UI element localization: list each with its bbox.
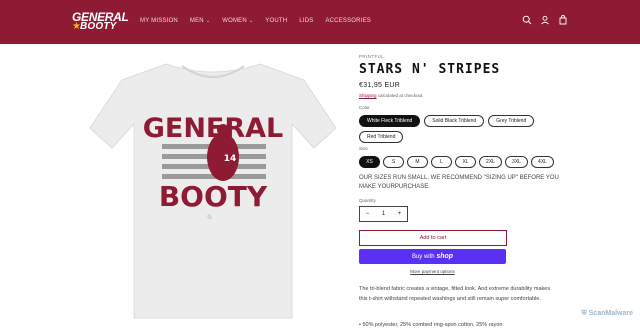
- buy-with-label: Buy with: [411, 254, 435, 260]
- cart-icon[interactable]: [558, 15, 568, 25]
- size-option-s[interactable]: S: [383, 156, 404, 168]
- quantity-label: Quantity: [359, 198, 376, 203]
- minus-icon[interactable]: −: [360, 211, 375, 217]
- sizing-note: OUR SIZES RUN SMALL. WE RECOMMEND "SIZIN…: [359, 175, 559, 190]
- nav-item-my-mission[interactable]: MY MISSION: [140, 16, 178, 26]
- shirt-graphic-text-2: BOOTY: [159, 180, 268, 213]
- shipping-text: calculated at checkout.: [376, 93, 424, 98]
- product-bullet: • 50% polyester, 25% combed ring-spun co…: [359, 322, 503, 328]
- nav-item-lids[interactable]: LIDS: [299, 16, 313, 26]
- nav-item-women[interactable]: WOMEN ⌄: [222, 16, 253, 26]
- shield-icon: ⛨: [581, 310, 587, 317]
- product-description: The tri-blend fabric creates a vintage, …: [359, 286, 551, 302]
- plus-icon[interactable]: +: [392, 211, 407, 217]
- logo-text-2: BOOTY: [80, 21, 117, 32]
- product-image[interactable]: GENERAL 14 BOOTY ✎: [74, 58, 352, 320]
- watermark: ⛨ ScanMalware: [581, 310, 633, 318]
- header-icons: [522, 15, 568, 25]
- shipping-link[interactable]: Shipping: [359, 93, 377, 98]
- shop-pay-button[interactable]: Buy with shop: [359, 249, 506, 264]
- color-option-white-fleck[interactable]: White Fleck Triblend: [359, 115, 421, 127]
- shipping-note: Shipping calculated at checkout.: [359, 93, 424, 98]
- chevron-down-icon: ⌄: [205, 18, 211, 24]
- shop-logo: shop: [436, 253, 454, 260]
- nav-label: YOUTH: [265, 18, 288, 24]
- search-icon[interactable]: [522, 15, 532, 25]
- add-to-cart-button[interactable]: Add to cart: [359, 230, 507, 246]
- nav-label: ACCESSORIES: [325, 18, 371, 24]
- product-vendor: PRINTFUL: [359, 54, 385, 59]
- nav-label: MEN: [189, 18, 204, 24]
- size-option-l[interactable]: L: [431, 156, 452, 168]
- size-option-2xl[interactable]: 2XL: [479, 156, 502, 168]
- svg-text:✎: ✎: [206, 213, 213, 222]
- nav-label: WOMEN: [222, 18, 247, 24]
- size-option-xl[interactable]: XL: [455, 156, 476, 168]
- color-options: White Fleck Triblend Solid Black Triblen…: [359, 115, 549, 143]
- account-icon[interactable]: [540, 15, 550, 25]
- size-option-m[interactable]: M: [407, 156, 428, 168]
- watermark-text: ScanMalware: [588, 310, 633, 317]
- site-header: GENERAL ★ BOOTY MY MISSION MEN ⌄ WOMEN ⌄ Y…: [0, 0, 640, 44]
- size-option-4xl[interactable]: 4XL: [531, 156, 554, 168]
- nav-item-men[interactable]: MEN ⌄: [190, 16, 210, 26]
- color-label: Color: [359, 105, 370, 110]
- chevron-down-icon: ⌄: [248, 18, 254, 24]
- color-option-solid-black[interactable]: Solid Black Triblend: [424, 115, 485, 127]
- color-option-red[interactable]: Red Triblend: [359, 131, 404, 143]
- product-title: STARS N' STRIPES: [359, 62, 501, 77]
- nav-label: LIDS: [299, 18, 314, 24]
- main-nav: MY MISSION MEN ⌄ WOMEN ⌄ YOUTH LIDS ACCESS…: [140, 16, 371, 26]
- size-option-xs[interactable]: XS: [359, 156, 380, 168]
- more-payment-options-link[interactable]: More payment options: [359, 269, 506, 274]
- shirt-jersey-number: 14: [224, 154, 237, 164]
- quantity-value[interactable]: 1: [376, 211, 391, 217]
- nav-label: MY MISSION: [140, 18, 178, 24]
- size-label: Size: [359, 146, 368, 151]
- product-price: €31,95 EUR: [359, 82, 401, 89]
- size-options: XS S M L XL 2XL 3XL 4XL: [359, 156, 559, 168]
- nav-item-accessories[interactable]: ACCESSORIES: [325, 16, 371, 26]
- quantity-stepper: − 1 +: [359, 206, 408, 222]
- brand-logo[interactable]: GENERAL ★ BOOTY: [70, 9, 129, 35]
- color-option-grey[interactable]: Grey Triblend: [488, 115, 535, 127]
- nav-item-youth[interactable]: YOUTH: [265, 16, 287, 26]
- size-option-3xl[interactable]: 3XL: [505, 156, 528, 168]
